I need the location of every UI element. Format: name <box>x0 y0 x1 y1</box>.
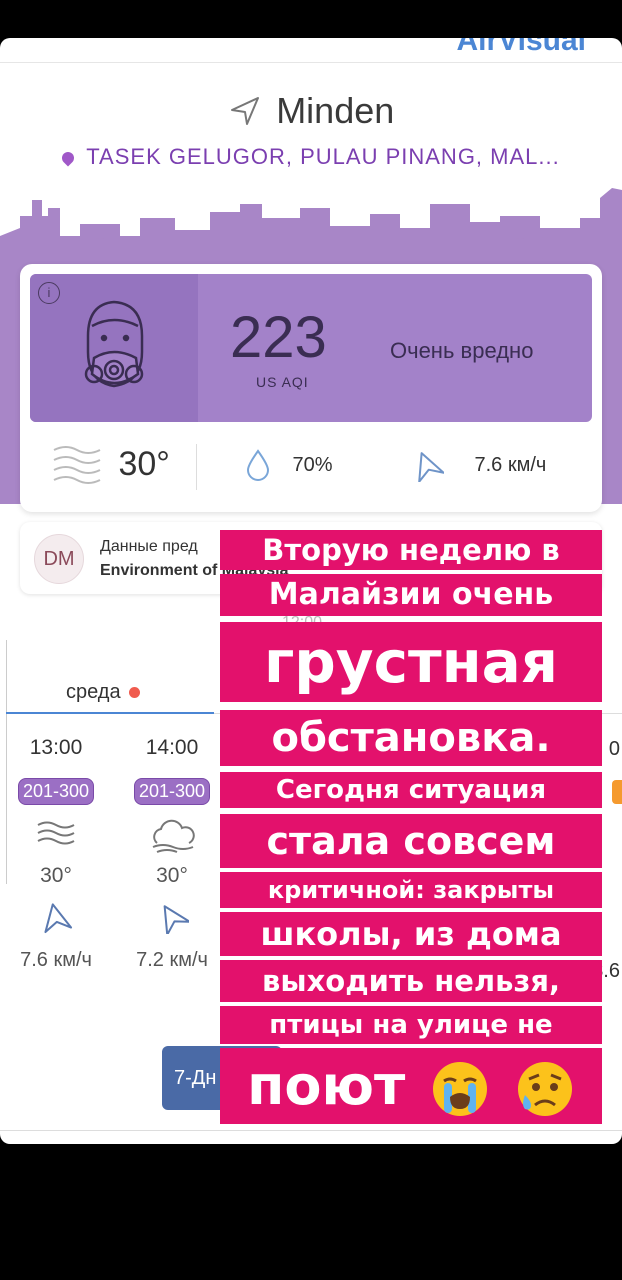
wind-item: 7.6 км/ч <box>410 448 546 498</box>
haze-icon <box>53 446 101 484</box>
overlay-line: стала совсем <box>220 814 602 868</box>
region-row: TASEK GELUGOR, PULAU PINANG, MAL... <box>0 144 622 170</box>
source-avatar: DM <box>34 534 84 584</box>
aqi-panel: i 223 US AQI Очень вредно <box>30 274 592 422</box>
cloud-haze-icon <box>118 819 226 858</box>
tab-wednesday[interactable]: среда <box>66 681 140 704</box>
top-bar: AirVisual <box>0 38 622 63</box>
overlay-line: грустная <box>220 622 602 702</box>
temperature-item: 30° <box>52 442 170 492</box>
overlay-line: школы, из дома <box>220 912 602 956</box>
overlay-last-line: поют <box>220 1048 602 1124</box>
city-header: Minden <box>0 90 622 132</box>
brand-logo: AirVisual <box>456 38 586 57</box>
aqi-card[interactable]: i 223 US AQI Очень вредно 30° 70% 7.6 км… <box>20 264 602 512</box>
hour-temp: 30° <box>40 864 72 887</box>
overlay-line: Вторую неделю в <box>220 530 602 570</box>
overlay-line: выходить нельзя, <box>220 960 602 1002</box>
hour-time: 14:00 <box>145 736 199 759</box>
haze-icon <box>2 819 110 854</box>
overlay-line: обстановка. <box>220 710 602 766</box>
hour-column: 14:00 201-300 30° 7.2 км/ч <box>118 736 226 972</box>
cut-off-aqi-badge <box>612 780 622 804</box>
region-label: TASEK GELUGOR, PULAU PINANG, MAL... <box>86 144 560 169</box>
wind-value: 7.6 км/ч <box>474 453 547 476</box>
tab-label: среда <box>66 681 121 703</box>
hour-temp: 30° <box>156 864 188 887</box>
overlay-line: Малайзии очень <box>220 574 602 616</box>
hour-column: 13:00 201-300 30° 7.6 км/ч <box>2 736 110 972</box>
city-name[interactable]: Minden <box>276 90 394 131</box>
skyline-illustration <box>0 188 622 278</box>
loudly-crying-face-icon <box>433 1062 488 1117</box>
aqi-value: 223 <box>230 305 327 370</box>
mask-face-panel: i <box>30 274 198 422</box>
aqi-range-badge: 201-300 <box>17 778 95 805</box>
bottom-divider <box>0 1130 622 1131</box>
aqi-range-badge: 201-300 <box>133 778 211 805</box>
wind-direction-icon <box>2 900 110 939</box>
humidity-item: 70% <box>244 448 332 498</box>
wind-direction-icon <box>118 900 226 939</box>
overlay-line: птицы на улице не <box>220 1006 602 1044</box>
aqi-unit: US AQI <box>256 374 309 390</box>
info-icon[interactable]: i <box>38 282 60 304</box>
live-dot-icon <box>128 687 140 699</box>
source-line-1: Данные пред <box>100 538 198 555</box>
location-pin-icon <box>59 149 77 167</box>
overlay-line: поют <box>247 1054 406 1117</box>
water-drop-icon <box>246 449 270 481</box>
temperature-value: 30° <box>118 444 170 483</box>
hour-wind: 7.2 км/ч <box>136 949 208 971</box>
divider <box>196 444 197 490</box>
tab-underline <box>6 712 214 714</box>
weather-row: 30° 70% 7.6 км/ч <box>20 432 602 502</box>
overlay-line: критичной: закрыты <box>220 872 602 908</box>
navigation-arrow-icon <box>230 97 259 125</box>
hour-time: 13:00 <box>29 736 83 759</box>
humidity-value: 70% <box>292 453 333 476</box>
aqi-status: Очень вредно <box>390 338 534 363</box>
overlay-line: Сегодня ситуация <box>220 772 602 808</box>
wind-direction-icon <box>418 452 445 483</box>
cut-off-hour: 0 <box>608 738 620 760</box>
hour-wind: 7.6 км/ч <box>20 949 92 971</box>
sad-sweat-face-icon <box>517 1062 572 1117</box>
